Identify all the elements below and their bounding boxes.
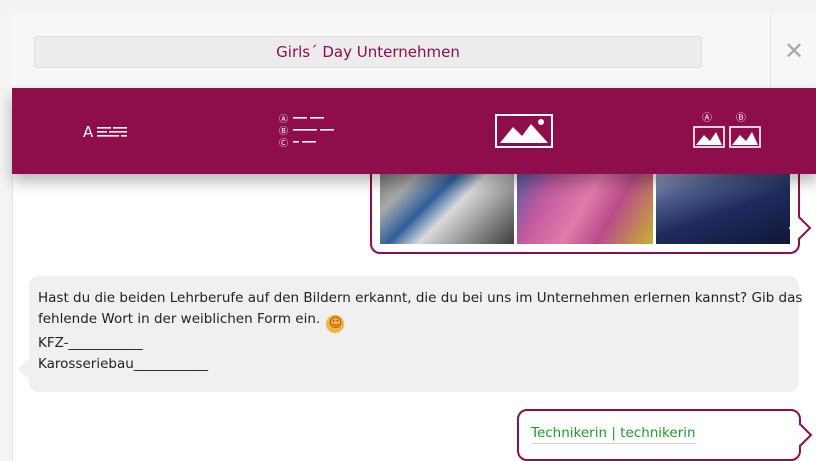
- message-line: KFZ-___________: [38, 335, 143, 351]
- close-button[interactable]: ✕: [770, 14, 816, 88]
- user-answer-bubble: Technikerin | technikerin: [517, 409, 801, 461]
- user-answer-text: Technikerin | technikerin: [531, 425, 696, 444]
- bot-message-text: Hast du die beiden Lehrberufe auf den Bi…: [38, 288, 803, 375]
- multiple-choice-icon: Ⓐ Ⓑ Ⓒ: [279, 114, 334, 149]
- image-choice-a-glyph: Ⓐ: [702, 112, 712, 124]
- message-line-text: fehlende Wort in der weiblichen Form ein…: [38, 311, 321, 327]
- text-lines-icon: A: [83, 123, 127, 141]
- choice-c-glyph: Ⓒ: [279, 138, 288, 149]
- image-icon: [495, 114, 553, 148]
- image-choice-icon: Ⓐ Ⓑ: [693, 112, 761, 148]
- message-line: fehlende Wort in der weiblichen Form ein…: [38, 309, 792, 333]
- close-icon[interactable]: ✕: [784, 39, 804, 63]
- multiple-choice-button[interactable]: Ⓐ Ⓑ Ⓒ: [270, 106, 350, 156]
- dialog-title: Girls´ Day Unternehmen: [276, 43, 460, 61]
- image-choice-button[interactable]: Ⓐ Ⓑ: [688, 106, 768, 156]
- dialog-title-bar: Girls´ Day Unternehmen: [34, 36, 702, 68]
- choice-a-glyph: Ⓐ: [279, 114, 288, 125]
- bot-message-bubble: Hast du die beiden Lehrberufe auf den Bi…: [29, 276, 803, 392]
- top-strip: [0, 0, 816, 14]
- input-type-toolbar: A Ⓐ Ⓑ Ⓒ Ⓐ Ⓑ: [12, 88, 816, 174]
- text-lines-glyph: A: [83, 123, 94, 141]
- smiley-icon: ☺: [326, 315, 345, 333]
- text-input-button[interactable]: A: [74, 106, 154, 156]
- message-line: Hast du die beiden Lehrberufe auf den Bi…: [38, 290, 803, 306]
- dialog-header: Girls´ Day Unternehmen ✕: [12, 14, 816, 89]
- image-choice-b-glyph: Ⓑ: [736, 112, 746, 124]
- message-line: Karosseriebau___________: [38, 356, 209, 372]
- image-button[interactable]: [484, 106, 564, 156]
- choice-b-glyph: Ⓑ: [279, 126, 288, 137]
